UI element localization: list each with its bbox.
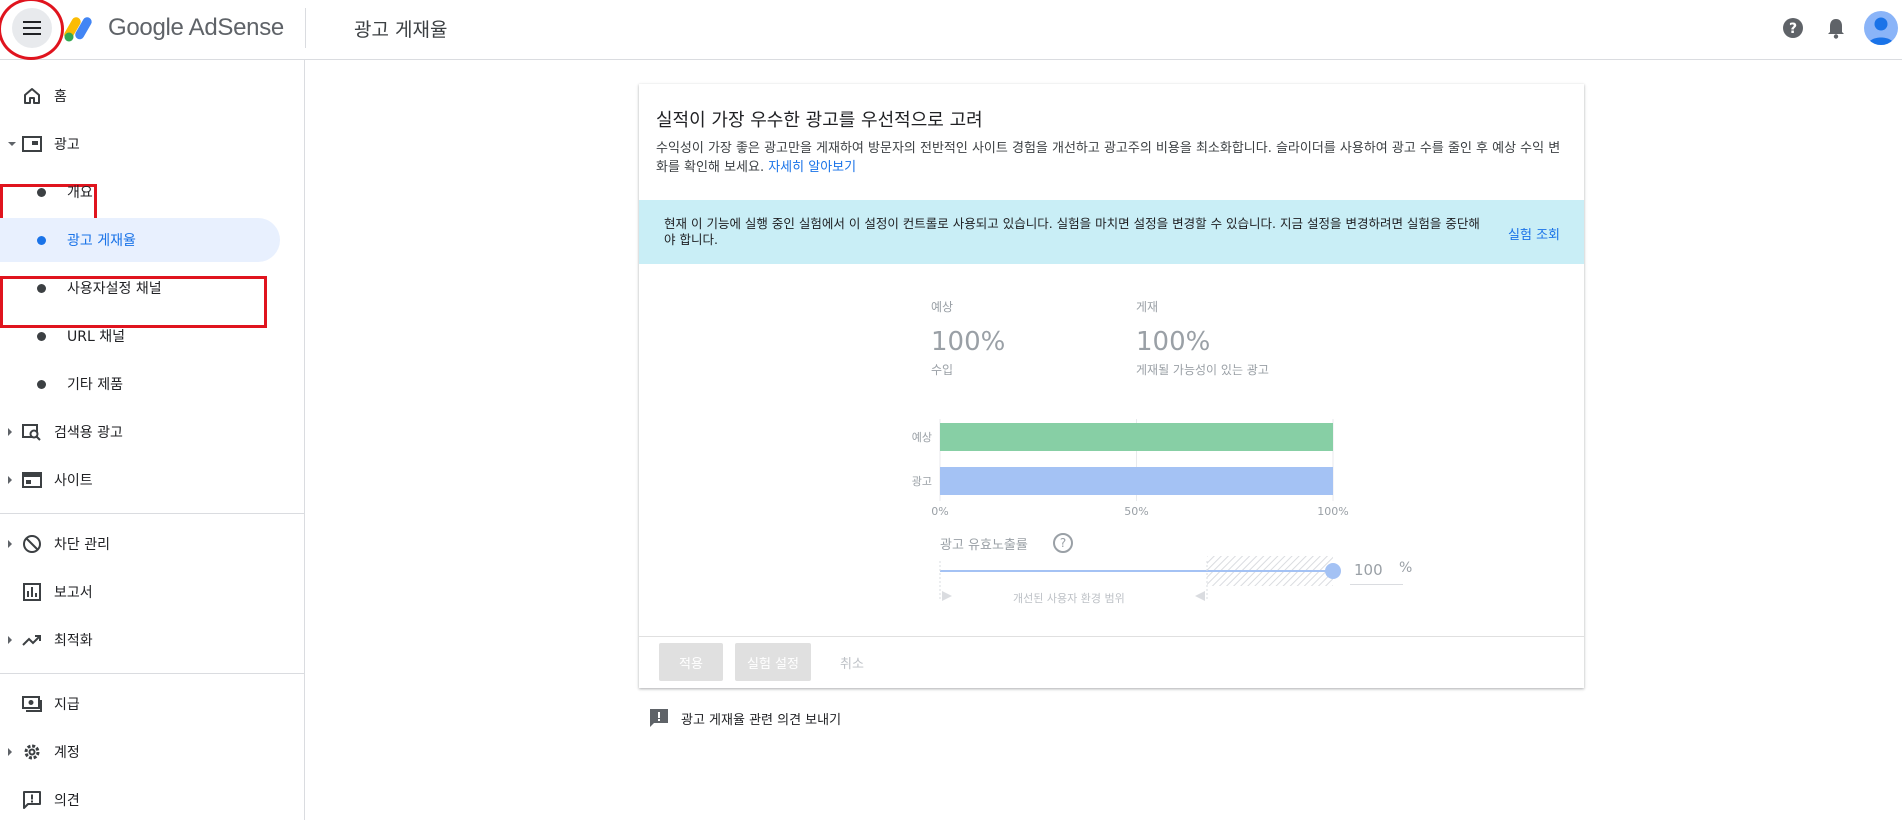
sidebar-item-other-products[interactable]: 기타 제품 [0,362,280,406]
sidebar-divider [0,513,305,514]
expand-arrow-icon [8,476,12,484]
sidebar-item-url-channels[interactable]: URL 채널 [0,314,280,358]
bar-0 [940,423,1333,451]
card-actions: 적용 실험 설정 취소 [639,636,1584,688]
ads-icon [20,132,44,156]
menu-button[interactable] [12,8,52,48]
menu-icon [23,21,41,35]
help-icon: ? [1783,18,1803,38]
slider-value-input[interactable]: 100 [1350,557,1403,585]
page-title: 광고 게재율 [354,19,448,41]
notifications-icon [1828,19,1844,39]
feedback-icon [650,709,668,727]
expand-arrow-icon [8,636,12,644]
sidebar-item-custom-channels[interactable]: 사용자설정 채널 [0,266,280,310]
category-label: 예상 [912,431,932,444]
sidebar-item-blocking-controls[interactable]: 차단 관리 [0,522,280,566]
notifications-button[interactable] [1816,8,1856,48]
sidebar-item-label: 최적화 [54,633,93,649]
slider-label: 광고 유효노출률 [940,538,1028,553]
improved-range-label: 개선된 사용자 환경 범위 [1013,592,1125,605]
account-icon [1868,17,1894,45]
sidebar-item-ads[interactable]: 광고 [0,122,280,166]
brand-name: Google AdSense [108,14,284,41]
sidebar-item-label: 광고 [54,137,80,153]
sidebar-nav: 홈 광고 개요 광고 게재율 사용자설정 채널 URL 채널 기타 제품 검색용… [0,60,305,820]
sidebar-item-label: 계정 [54,745,80,761]
optimization-icon [20,628,44,652]
bullet-icon [37,284,46,293]
sidebar-item-feedback[interactable]: 의견 [0,778,280,822]
header-actions: ? [1770,0,1902,56]
expand-arrow-icon [8,748,12,756]
cancel-button[interactable]: 취소 [823,643,881,681]
slider-thumb[interactable] [1325,563,1341,579]
bullet-icon [37,188,46,197]
sites-icon [20,468,44,492]
tick-label: 100% [1317,505,1348,518]
sidebar-item-label: 검색용 광고 [54,425,123,441]
feedback-icon [20,788,44,812]
bullet-icon [37,236,46,245]
sidebar-item-label: 차단 관리 [54,537,110,553]
sidebar-item-sites[interactable]: 사이트 [0,458,280,502]
expand-arrow-icon [8,540,12,548]
svg-text:?: ? [1789,21,1797,37]
bullet-icon [37,332,46,341]
experiment-button[interactable]: 실험 설정 [735,643,811,681]
help-button[interactable]: ? [1773,8,1813,48]
range-start-arrow-icon [942,591,952,601]
tick-label: 0% [931,505,948,518]
home-icon [20,84,44,108]
sidebar-item-payments[interactable]: 지급 [0,682,280,726]
sidebar-item-home[interactable]: 홈 [0,74,280,118]
send-feedback-link[interactable]: 광고 게재율 관련 의견 보내기 [649,706,841,730]
sidebar-item-label: 지급 [54,697,80,713]
sidebar-item-ad-balance[interactable]: 광고 게재율 [0,218,280,262]
sidebar-item-search-ads[interactable]: 검색용 광고 [0,410,280,454]
bar-1 [940,467,1333,495]
header-divider [305,8,306,48]
sidebar-item-overview[interactable]: 개요 [0,170,280,214]
adsense-logo [64,17,92,42]
payments-icon [20,692,44,716]
range-end-arrow-icon [1195,591,1205,601]
settings-icon [20,740,44,764]
sidebar-item-label: 사용자설정 채널 [67,281,162,297]
balance-bar-chart: 예상광고 0% 50% 100% [912,419,1349,601]
feedback-label: 광고 게재율 관련 의견 보내기 [681,712,842,728]
slider-unit: % [1399,560,1413,576]
block-icon [20,532,44,556]
top-app-bar: Google AdSense 광고 게재율 ? [0,0,1902,60]
sidebar-item-label: 기타 제품 [67,377,123,393]
sidebar-item-optimization[interactable]: 최적화 [0,618,280,662]
account-avatar[interactable] [1864,11,1898,45]
category-label: 광고 [912,475,932,488]
expand-arrow-icon [8,142,16,146]
sidebar-item-label: URL 채널 [67,329,125,345]
expand-arrow-icon [8,428,12,436]
search-ads-icon [20,420,44,444]
sidebar-item-account[interactable]: 계정 [0,730,280,774]
apply-button[interactable]: 적용 [659,643,723,681]
reports-icon [20,580,44,604]
sidebar-item-label: 개요 [67,185,93,201]
sidebar-item-label: 보고서 [54,585,93,601]
slider-help-icon[interactable]: ? [1053,533,1073,553]
ad-balance-card: 실적이 가장 우수한 광고를 우선적으로 고려 수익성이 가장 좋은 광고만을 … [639,84,1584,688]
sidebar-item-label: 홈 [54,89,67,105]
tick-label: 50% [1124,505,1148,518]
sidebar-item-reports[interactable]: 보고서 [0,570,280,614]
sidebar-item-label: 광고 게재율 [67,233,136,249]
sidebar-item-label: 사이트 [54,473,93,489]
bullet-icon [37,380,46,389]
sidebar-divider [0,673,305,674]
sidebar-item-label: 의견 [54,793,80,809]
